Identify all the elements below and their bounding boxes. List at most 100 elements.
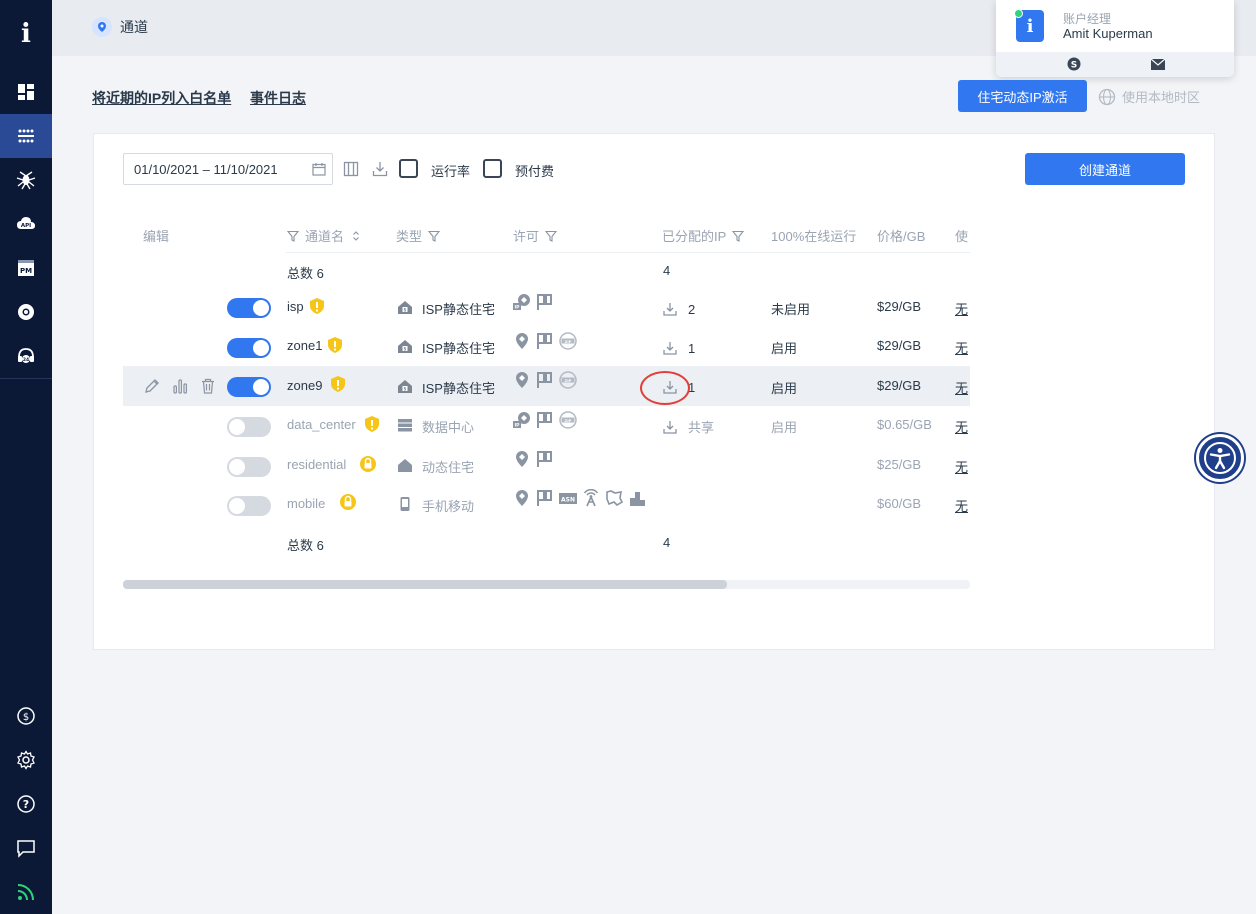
breadcrumb-label[interactable]: 通道 — [120, 17, 148, 37]
api-icon[interactable]: API — [0, 202, 52, 246]
filter-icon[interactable] — [287, 230, 299, 242]
zone-usage[interactable]: 无 — [955, 378, 970, 397]
zone-price: $29/GB — [877, 338, 922, 353]
col-price[interactable]: 价格/GB — [877, 226, 925, 245]
date-range-input[interactable]: 01/10/2021 – 11/10/2021 — [123, 153, 333, 185]
create-zone-button[interactable]: 创建通道 — [1025, 153, 1185, 185]
trash-icon[interactable] — [200, 378, 216, 394]
zone-type: 手机移动 — [422, 499, 475, 514]
mail-icon[interactable] — [1151, 59, 1165, 70]
sidebar: i API PM 24 $ ? — [0, 0, 52, 914]
sort-icon[interactable] — [350, 230, 362, 242]
zone-name[interactable]: mobile — [287, 496, 325, 511]
chat-icon[interactable] — [0, 826, 52, 870]
col-usage[interactable]: 使 — [955, 226, 970, 245]
zone-type: 动态住宅 — [422, 460, 475, 475]
zones-icon[interactable] — [0, 114, 52, 158]
zone-name[interactable]: zone9 — [287, 378, 322, 393]
proxy-manager-icon[interactable]: PM — [0, 246, 52, 290]
billing-icon[interactable]: $ — [0, 694, 52, 738]
date-range-value: 01/10/2021 – 11/10/2021 — [134, 161, 278, 177]
flag-icon — [537, 490, 552, 506]
dashboard-icon[interactable] — [0, 70, 52, 114]
asn-icon: ASN — [559, 493, 577, 504]
filter-icon[interactable] — [545, 230, 558, 242]
col-uptime[interactable]: 100%在线运行 — [771, 226, 856, 245]
calendar-icon[interactable] — [312, 162, 326, 176]
zone-ips: 共享 — [688, 420, 715, 435]
account-role: 账户经理 — [1063, 12, 1112, 26]
account-footer — [996, 52, 1234, 77]
zone-usage[interactable]: 无 — [955, 338, 970, 357]
zone-price: $0.65/GB — [877, 417, 932, 432]
horizontal-scrollbar-thumb[interactable] — [123, 580, 727, 589]
help-icon[interactable]: ? — [0, 782, 52, 826]
logo[interactable]: i — [0, 12, 52, 56]
lock-icon — [360, 456, 376, 472]
activate-residential-button[interactable]: 住宅动态IP激活 — [958, 80, 1087, 112]
mobile-phone-icon — [400, 497, 410, 511]
uptime-checkbox[interactable] — [399, 159, 418, 178]
zone-name[interactable]: residential — [287, 457, 346, 472]
settings-icon[interactable] — [0, 738, 52, 782]
house-isp-icon: S — [398, 340, 412, 353]
flag-icon — [537, 333, 552, 349]
local-timezone-toggle[interactable]: 使用本地时区 — [1098, 87, 1200, 106]
skype-icon[interactable]: S — [1067, 57, 1081, 71]
svg-text:ZIP: ZIP — [565, 339, 572, 344]
state-map-icon — [606, 490, 623, 507]
columns-icon[interactable] — [343, 161, 359, 177]
zone-name[interactable]: data_center — [287, 417, 356, 432]
lock-icon — [340, 494, 356, 510]
zone-name[interactable]: isp — [287, 299, 304, 314]
chrome-extension-icon[interactable] — [0, 290, 52, 334]
col-name[interactable]: 通道名 — [287, 226, 362, 245]
zone-usage[interactable]: 无 — [955, 496, 970, 515]
zone-usage[interactable]: 无 — [955, 299, 970, 318]
city-buildings-icon — [630, 492, 645, 506]
col-assigned-ips[interactable]: 已分配的IP — [662, 226, 745, 245]
zone-toggle[interactable] — [227, 457, 271, 477]
edit-pencil-icon[interactable] — [144, 378, 160, 394]
spider-icon[interactable] — [0, 158, 52, 202]
download-icon[interactable] — [372, 161, 388, 177]
geo-pin-icon — [516, 372, 528, 388]
click-highlight-ring — [640, 371, 690, 405]
zone-toggle[interactable] — [227, 496, 271, 516]
zone-type: 数据中心 — [422, 420, 475, 435]
zone-uptime: 启用 — [771, 381, 798, 396]
total-count: 总数 6 — [287, 266, 324, 281]
stats-bars-icon[interactable] — [172, 378, 188, 394]
svg-text:?: ? — [23, 798, 29, 811]
ip-pin-icon: IP — [513, 294, 530, 311]
col-type[interactable]: 类型 — [396, 226, 441, 245]
zone-toggle[interactable] — [227, 298, 271, 318]
zone-name[interactable]: zone1 — [287, 338, 322, 353]
filter-icon[interactable] — [428, 230, 441, 242]
svg-text:ASN: ASN — [561, 497, 575, 504]
svg-text:ZIP: ZIP — [565, 418, 572, 423]
svg-text:API: API — [21, 223, 31, 229]
whitelist-recent-ips-link[interactable]: 将近期的IP列入白名单 — [92, 88, 231, 108]
zone-usage[interactable]: 无 — [955, 417, 970, 436]
support-24-icon[interactable]: 24 — [0, 334, 52, 378]
zone-toggle[interactable] — [227, 417, 271, 437]
shield-warning-icon — [331, 376, 345, 392]
filter-icon[interactable] — [732, 230, 745, 242]
prepaid-checkbox[interactable] — [483, 159, 502, 178]
event-log-link[interactable]: 事件日志 — [250, 88, 306, 108]
zone-toggle[interactable] — [227, 338, 271, 358]
svg-text:S: S — [404, 386, 407, 391]
download-ips-icon[interactable] — [663, 302, 677, 316]
col-permission[interactable]: 许可 — [513, 226, 558, 245]
zone-type: ISP静态住宅 — [422, 341, 495, 356]
zone-ips: 2 — [688, 302, 696, 317]
accessibility-icon — [1204, 442, 1236, 474]
zone-usage[interactable]: 无 — [955, 457, 970, 476]
download-ips-icon[interactable] — [663, 420, 677, 434]
accessibility-button[interactable] — [1196, 434, 1244, 482]
download-ips-icon[interactable] — [663, 341, 677, 355]
zone-price: $29/GB — [877, 378, 922, 393]
zone-toggle[interactable] — [227, 377, 271, 397]
feed-icon[interactable] — [0, 870, 52, 914]
